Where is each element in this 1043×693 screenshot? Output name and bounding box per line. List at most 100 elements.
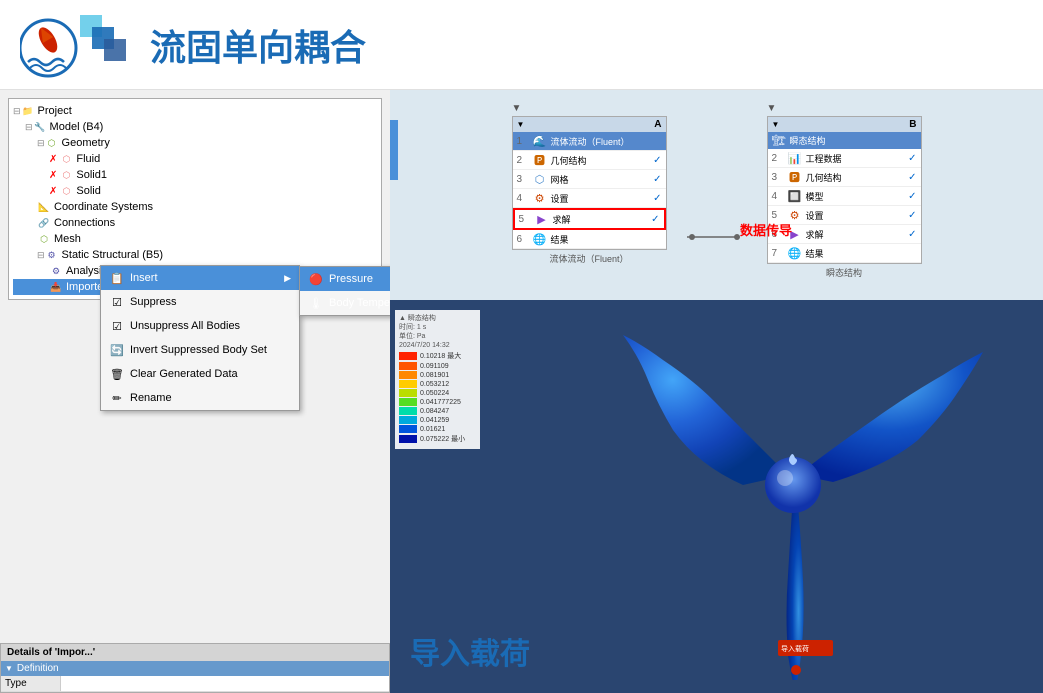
card-a-footer: 流体流动（Fluent） [512, 250, 667, 267]
tree-item-fluid[interactable]: ✗ ⬡ Fluid [13, 151, 377, 167]
tree-item-model[interactable]: ⊟ 🔧 Model (B4) [13, 119, 377, 135]
menu-item-rename[interactable]: ✏ Rename [101, 386, 299, 410]
main-content: ⊟ 📁 Project ⊟ 🔧 Model (B4) ⊟ ⬡ Geometry … [0, 90, 1043, 693]
legend-color-4 [399, 389, 417, 397]
unsuppress-icon: ☑ [109, 318, 125, 334]
static-icon: ⚙ [45, 248, 59, 262]
menu-item-suppress[interactable]: ☑ Suppress [101, 290, 299, 314]
card-b-label-5: 设置 [806, 209, 909, 222]
legend-val-7: 0.041259 [420, 417, 449, 424]
card-a-row-4: 4 ⚙ 设置 ✓ [513, 189, 666, 208]
menu-label-rename: Rename [130, 392, 172, 404]
tree-label-solid1: Solid1 [76, 169, 107, 181]
card-b-check-2: ✓ [908, 153, 916, 164]
legend-row-8: 0.01621 [399, 425, 476, 433]
arrow-icon: ▶ [284, 273, 291, 284]
submenu-item-pressure[interactable]: 🔴 Pressure [300, 267, 390, 291]
submenu-label-temp: Body Temperature [329, 297, 390, 309]
legend-val-3: 0.053212 [420, 381, 449, 388]
legend-color-min [399, 435, 417, 443]
legend-val-5: 0.041777225 [420, 399, 461, 406]
details-row-type: Type [1, 676, 389, 692]
propeller-svg: 导入载荷 [543, 300, 1043, 680]
card-a-check-2: ✓ [653, 155, 661, 166]
tree-item-connections[interactable]: 🔗 Connections [13, 215, 377, 231]
card-b-check-4: ✓ [908, 191, 916, 202]
tree-label-static: Static Structural (B5) [62, 249, 163, 261]
tree-item-mesh[interactable]: ⬡ Mesh [13, 231, 377, 247]
temp-icon: 🌡 [308, 295, 324, 311]
type-value [61, 676, 69, 691]
legend-title-1: ▲ 瞬态结构 [399, 314, 476, 323]
card-b-row-3: 3 🅿 几何结构 ✓ [768, 168, 921, 187]
tree-item-geometry[interactable]: ⊟ ⬡ Geometry [13, 135, 377, 151]
tree-label-solid: Solid [76, 185, 100, 197]
legend-color-2 [399, 371, 417, 379]
card-b-top: 🏗 瞬态结构 [768, 132, 921, 149]
analysis-icon: ⚙ [49, 264, 63, 278]
card-a-label-4: 设置 [551, 192, 654, 205]
card-a-check-4: ✓ [653, 193, 661, 204]
tree-label-geometry: Geometry [62, 137, 110, 149]
legend-color-8 [399, 425, 417, 433]
card-b-icon-7: 🌐 [788, 246, 802, 260]
solid1-icon: ⬡ [59, 168, 73, 182]
legend-color-6 [399, 407, 417, 415]
card-a-check-5: ✓ [651, 214, 659, 225]
card-a-check-3: ✓ [653, 174, 661, 185]
legend-val-max: 0.10218 最大 [420, 351, 461, 361]
menu-label-suppress: Suppress [130, 296, 176, 308]
legend-val-4: 0.050224 [420, 390, 449, 397]
tree-item-coords[interactable]: 📐 Coordinate Systems [13, 199, 377, 215]
section-triangle: ▼ [5, 664, 13, 673]
legend-row-1: 0.091109 [399, 362, 476, 370]
menu-item-unsuppress[interactable]: ☑ Unsuppress All Bodies [101, 314, 299, 338]
card-a-icon-5: ▶ [535, 212, 549, 226]
tree-item-static[interactable]: ⊟ ⚙ Static Structural (B5) [13, 247, 377, 263]
card-a-row-2: 2 🅿 几何结构 ✓ [513, 151, 666, 170]
card-b-row-2: 2 📊 工程数据 ✓ [768, 149, 921, 168]
right-panel: ▼ ▼ A 1 🌊 流体流动（Fluent） [390, 90, 1043, 693]
legend-color-max [399, 352, 417, 360]
legend-row-7: 0.041259 [399, 416, 476, 424]
card-a-icon-4: ⚙ [533, 191, 547, 205]
tree-item-project[interactable]: ⊟ 📁 Project [13, 103, 377, 119]
card-b-check-6: ✓ [908, 229, 916, 240]
legend-row-max: 0.10218 最大 [399, 351, 476, 361]
card-a-row-6: 6 🌐 结果 [513, 230, 666, 249]
context-menu: 📋 Insert ▶ 🔴 Pressure 🌡 Body Temperature [100, 265, 300, 411]
menu-item-clear[interactable]: 🗑 Clear Generated Data [101, 362, 299, 386]
legend-val-1: 0.091109 [420, 363, 449, 370]
card-b-label-3: 几何结构 [806, 171, 909, 184]
data-transfer-label: 数据传导 [740, 220, 792, 239]
legend-val-6: 0.084247 [420, 408, 449, 415]
menu-item-invert[interactable]: 🔄 Invert Suppressed Body Set [101, 338, 299, 362]
legend-color-7 [399, 416, 417, 424]
coords-icon: 📐 [37, 200, 51, 214]
card-b: ▼ B 🏗 瞬态结构 2 📊 工程数据 ✓ [767, 116, 922, 264]
tree-label-connections: Connections [54, 217, 115, 229]
legend-val-2: 0.081901 [420, 372, 449, 379]
details-panel: Details of 'Impor...' ▼ Definition Type [0, 643, 390, 693]
bottom-label: 导入载荷 [410, 629, 530, 673]
left-panel: ⊟ 📁 Project ⊟ 🔧 Model (B4) ⊟ ⬡ Geometry … [0, 90, 390, 693]
submenu-item-temp[interactable]: 🌡 Body Temperature [300, 291, 390, 315]
menu-item-insert[interactable]: 📋 Insert ▶ 🔴 Pressure 🌡 Body Temperature [101, 266, 299, 290]
tree-item-solid[interactable]: ✗ ⬡ Solid [13, 183, 377, 199]
card-a-icon-3: ⬡ [533, 172, 547, 186]
tree-item-solid1[interactable]: ✗ ⬡ Solid1 [13, 167, 377, 183]
card-a-icon-2: 🅿 [533, 153, 547, 167]
type-label: Type [1, 676, 61, 691]
suppress-icon: ☑ [109, 294, 125, 310]
card-a-label-1: 流体流动（Fluent） [551, 135, 662, 148]
section-label: Definition [17, 663, 59, 674]
card-a: ▼ A 1 🌊 流体流动（Fluent） 2 🅿 [512, 116, 667, 250]
card-a-row-1: 1 🌊 流体流动（Fluent） [513, 132, 666, 151]
menu-label-invert: Invert Suppressed Body Set [130, 344, 267, 356]
tree-label-coords: Coordinate Systems [54, 201, 153, 213]
details-header: Details of 'Impor...' [1, 644, 389, 661]
card-b-footer: 瞬态结构 [767, 264, 922, 281]
card-b-check-3: ✓ [908, 172, 916, 183]
legend-row-2: 0.081901 [399, 371, 476, 379]
card-b-label-7: 结果 [806, 247, 917, 260]
